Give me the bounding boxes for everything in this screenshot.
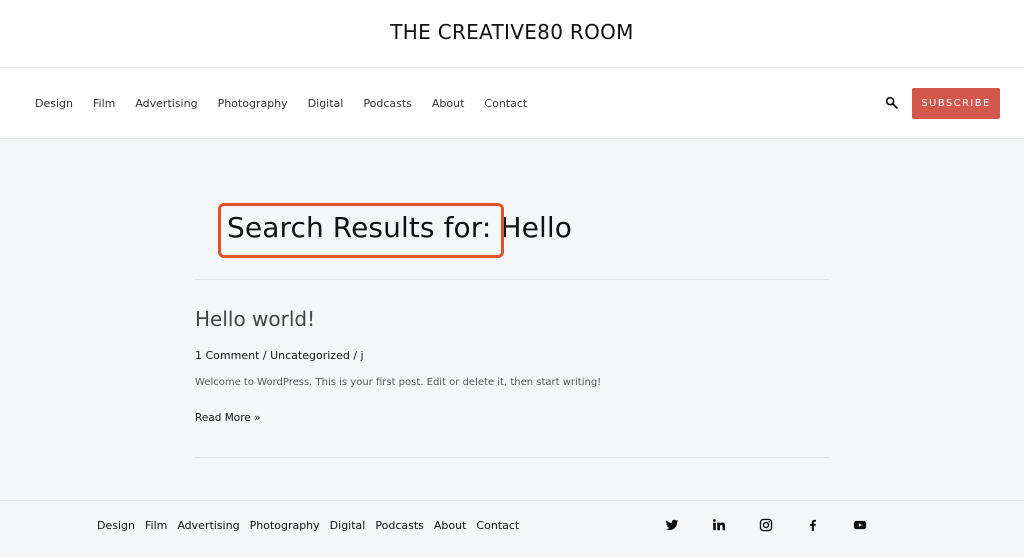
linkedin-link[interactable] xyxy=(711,517,727,533)
site-header: THE CREATIVE80 ROOM Design Film Advertis… xyxy=(0,0,1024,139)
post-excerpt: Welcome to WordPress. This is your first… xyxy=(195,377,602,388)
twitter-link[interactable] xyxy=(664,517,680,533)
facebook-icon xyxy=(806,518,820,532)
footer-item-podcasts[interactable]: Podcasts xyxy=(375,519,424,532)
youtube-link[interactable] xyxy=(852,517,868,533)
footer-item-design[interactable]: Design xyxy=(97,519,135,532)
social-links xyxy=(664,515,868,535)
footer-item-contact[interactable]: Contact xyxy=(476,519,519,532)
post-title-link[interactable]: Hello world! xyxy=(195,307,315,331)
search-icon xyxy=(885,94,898,113)
subscribe-button[interactable]: SUBSCRIBE xyxy=(912,88,1000,119)
site-title[interactable]: THE CREATIVE80 ROOM xyxy=(390,20,633,44)
divider xyxy=(195,457,829,458)
site-footer: Design Film Advertising Photography Digi… xyxy=(0,500,1024,557)
post-category-link[interactable]: Uncategorized xyxy=(270,349,350,362)
linkedin-icon xyxy=(712,518,726,532)
search-query: Hello xyxy=(500,211,572,244)
twitter-icon xyxy=(665,518,679,532)
nav-item-film[interactable]: Film xyxy=(93,97,115,110)
nav-item-design[interactable]: Design xyxy=(35,97,73,110)
nav-item-photography[interactable]: Photography xyxy=(218,97,288,110)
nav-item-contact[interactable]: Contact xyxy=(484,97,527,110)
read-more-link[interactable]: Read More » xyxy=(195,412,261,424)
footer-item-about[interactable]: About xyxy=(434,519,467,532)
post-comments-link[interactable]: 1 Comment xyxy=(195,349,259,362)
divider xyxy=(195,279,829,280)
footer-item-digital[interactable]: Digital xyxy=(330,519,366,532)
nav-item-advertising[interactable]: Advertising xyxy=(135,97,197,110)
instagram-icon xyxy=(759,518,773,532)
footer-item-photography[interactable]: Photography xyxy=(250,519,320,532)
post-author-link[interactable]: j xyxy=(361,349,364,362)
nav-item-digital[interactable]: Digital xyxy=(308,97,344,110)
footer-nav: Design Film Advertising Photography Digi… xyxy=(97,501,519,549)
nav-item-podcasts[interactable]: Podcasts xyxy=(363,97,412,110)
primary-nav: Design Film Advertising Photography Digi… xyxy=(35,68,527,138)
search-results-main: Search Results for: Hello Hello world! 1… xyxy=(0,139,1024,500)
search-heading-prefix: Search Results for: xyxy=(227,211,492,244)
page-title: Search Results for: Hello xyxy=(227,211,572,244)
nav-row: Design Film Advertising Photography Digi… xyxy=(0,68,1024,138)
brand-row: THE CREATIVE80 ROOM xyxy=(0,0,1024,68)
search-button[interactable] xyxy=(882,94,900,112)
footer-item-advertising[interactable]: Advertising xyxy=(177,519,239,532)
meta-separator: / xyxy=(353,349,358,362)
facebook-link[interactable] xyxy=(805,517,821,533)
youtube-icon xyxy=(853,518,867,532)
instagram-link[interactable] xyxy=(758,517,774,533)
post-meta: 1 Comment / Uncategorized / j xyxy=(195,349,364,362)
footer-item-film[interactable]: Film xyxy=(145,519,167,532)
nav-item-about[interactable]: About xyxy=(432,97,465,110)
